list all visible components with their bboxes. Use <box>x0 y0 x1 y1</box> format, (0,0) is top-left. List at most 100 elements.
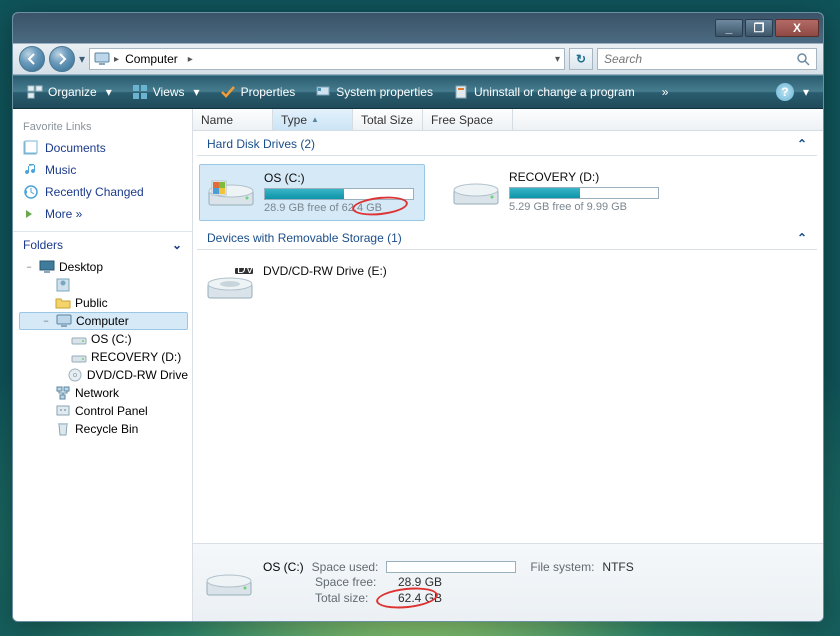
drive-name: RECOVERY (D:) <box>509 170 665 184</box>
tree-node[interactable]: Control Panel <box>19 402 188 420</box>
tree-label: Desktop <box>59 260 103 274</box>
svg-text:DVD: DVD <box>237 264 255 276</box>
refresh-button[interactable]: ↻ <box>569 48 593 70</box>
tree-toggle[interactable]: − <box>40 315 52 327</box>
computer-icon <box>56 313 72 329</box>
space-bar <box>264 188 414 200</box>
tree-node[interactable]: Public <box>19 294 188 312</box>
uninstall-button[interactable]: Uninstall or change a program <box>445 81 643 103</box>
uninstall-icon <box>453 84 469 100</box>
forward-button[interactable] <box>49 46 75 72</box>
tree-node[interactable]: OS (C:) <box>19 330 188 348</box>
tree-toggle[interactable] <box>39 405 51 417</box>
column-header[interactable]: Total Size <box>353 109 423 130</box>
tree-node[interactable]: Recycle Bin <box>19 420 188 438</box>
tree-node[interactable]: RECOVERY (D:) <box>19 348 188 366</box>
sidebar-link-label: Recently Changed <box>45 185 144 199</box>
history-dropdown[interactable]: ▾ <box>79 52 85 66</box>
sidebar-link[interactable]: Music <box>23 159 182 181</box>
toolbar-overflow[interactable]: » <box>662 85 669 99</box>
drive-tile[interactable]: RECOVERY (D:)5.29 GB free of 9.99 GB <box>445 164 671 221</box>
drive-icon <box>451 170 501 212</box>
music-icon <box>23 162 39 178</box>
sidebar-link-label: More » <box>45 207 82 221</box>
recent-icon <box>23 184 39 200</box>
items-view[interactable]: Hard Disk Drives (2) ⌃ OS (C:)28.9 GB free… <box>193 131 823 543</box>
close-button[interactable]: X <box>775 19 819 37</box>
tree-node[interactable]: Network <box>19 384 188 402</box>
hdd-icon <box>71 331 87 347</box>
search-input[interactable] <box>604 52 796 66</box>
column-label: Free Space <box>431 113 493 127</box>
explorer-window: _ ❐ X ▾ ▸ Computer▸ ▾ ↻ <box>12 12 824 622</box>
address-bar-row: ▾ ▸ Computer▸ ▾ ↻ <box>13 43 823 75</box>
properties-button[interactable]: Properties <box>212 81 304 103</box>
selected-item-title: OS (C:) <box>263 560 304 574</box>
tree-toggle[interactable] <box>55 333 67 345</box>
sidebar-link[interactable]: Documents <box>23 137 182 159</box>
column-header[interactable]: Name <box>193 109 273 130</box>
breadcrumb-bar[interactable]: ▸ Computer▸ ▾ <box>89 48 565 70</box>
space-bar <box>509 187 659 199</box>
sidebar-link-label: Documents <box>45 141 106 155</box>
tree-label: Computer <box>76 314 129 328</box>
system-properties-button[interactable]: System properties <box>307 81 441 103</box>
navigation-pane: Favorite Links Documents Music Recently Ch… <box>13 109 193 621</box>
total-size-value: 62.4 GB <box>398 590 442 606</box>
group-header[interactable]: Hard Disk Drives (2) ⌃ <box>197 131 817 156</box>
favorite-links-header: Favorite Links <box>23 115 182 137</box>
tree-toggle[interactable] <box>55 369 63 381</box>
tree-toggle[interactable] <box>39 297 51 309</box>
drive-tile[interactable]: DVD DVD/CD-RW Drive (E:) <box>199 258 425 312</box>
folders-pane-header[interactable]: Folders ⌄ <box>13 232 192 258</box>
tree-toggle[interactable]: − <box>23 261 35 273</box>
tree-node[interactable]: − Computer <box>19 312 188 330</box>
breadcrumb-item[interactable]: Computer▸ <box>125 52 193 66</box>
space-used-bar <box>386 561 516 573</box>
recycle-icon <box>55 421 71 437</box>
command-bar: Organize▾ Views▾ Properties System prope… <box>13 75 823 109</box>
tree-label: Public <box>75 296 108 310</box>
tree-node[interactable]: DVD/CD-RW Drive <box>19 366 188 384</box>
drive-name: DVD/CD-RW Drive (E:) <box>263 264 419 278</box>
sidebar-link[interactable]: Recently Changed <box>23 181 182 203</box>
cd-icon <box>67 367 83 383</box>
arrow-right-icon <box>56 53 68 65</box>
tree-node[interactable]: − Desktop <box>19 258 188 276</box>
drive-tile[interactable]: OS (C:)28.9 GB free of 62.4 GB <box>199 164 425 221</box>
detail-label: Space used: <box>312 560 379 574</box>
help-button[interactable]: ? ▾ <box>768 80 817 104</box>
drive-subtext: 28.9 GB free of 62.4 GB <box>264 202 418 214</box>
hdd-icon <box>71 349 87 365</box>
column-label: Type <box>281 113 307 127</box>
chevron-down-icon[interactable]: ▾ <box>803 85 809 99</box>
system-properties-icon <box>315 84 331 100</box>
breadcrumb-history-dropdown[interactable]: ▾ <box>555 54 560 65</box>
group-title: Hard Disk Drives (2) <box>207 137 315 151</box>
drive-icon: DVD <box>205 264 255 306</box>
sidebar-link[interactable]: More » <box>23 203 182 225</box>
tree-toggle[interactable] <box>39 279 51 291</box>
column-header[interactable]: Free Space <box>423 109 513 130</box>
tree-toggle[interactable] <box>39 387 51 399</box>
group-header[interactable]: Devices with Removable Storage (1)⌃ <box>197 225 817 250</box>
detail-label: Total size: <box>315 590 390 606</box>
titlebar: _ ❐ X <box>13 13 823 43</box>
sidebar-link-label: Music <box>45 163 76 177</box>
detail-label: Space free: <box>315 574 390 590</box>
drive-icon <box>205 563 253 603</box>
tree-toggle[interactable] <box>55 351 67 363</box>
tree-node[interactable] <box>19 276 188 294</box>
views-icon <box>132 84 148 100</box>
tree-toggle[interactable] <box>39 423 51 435</box>
minimize-button[interactable]: _ <box>715 19 743 37</box>
search-box[interactable] <box>597 48 817 70</box>
organize-button[interactable]: Organize▾ <box>19 81 120 103</box>
column-header[interactable]: Type▲ <box>273 109 353 130</box>
back-button[interactable] <box>19 46 45 72</box>
views-button[interactable]: Views▾ <box>124 81 208 103</box>
maximize-button[interactable]: ❐ <box>745 19 773 37</box>
collapse-icon[interactable]: ⌃ <box>797 231 807 245</box>
collapse-icon[interactable]: ⌃ <box>797 137 807 151</box>
column-headers: NameType▲Total Size Free Space <box>193 109 823 131</box>
